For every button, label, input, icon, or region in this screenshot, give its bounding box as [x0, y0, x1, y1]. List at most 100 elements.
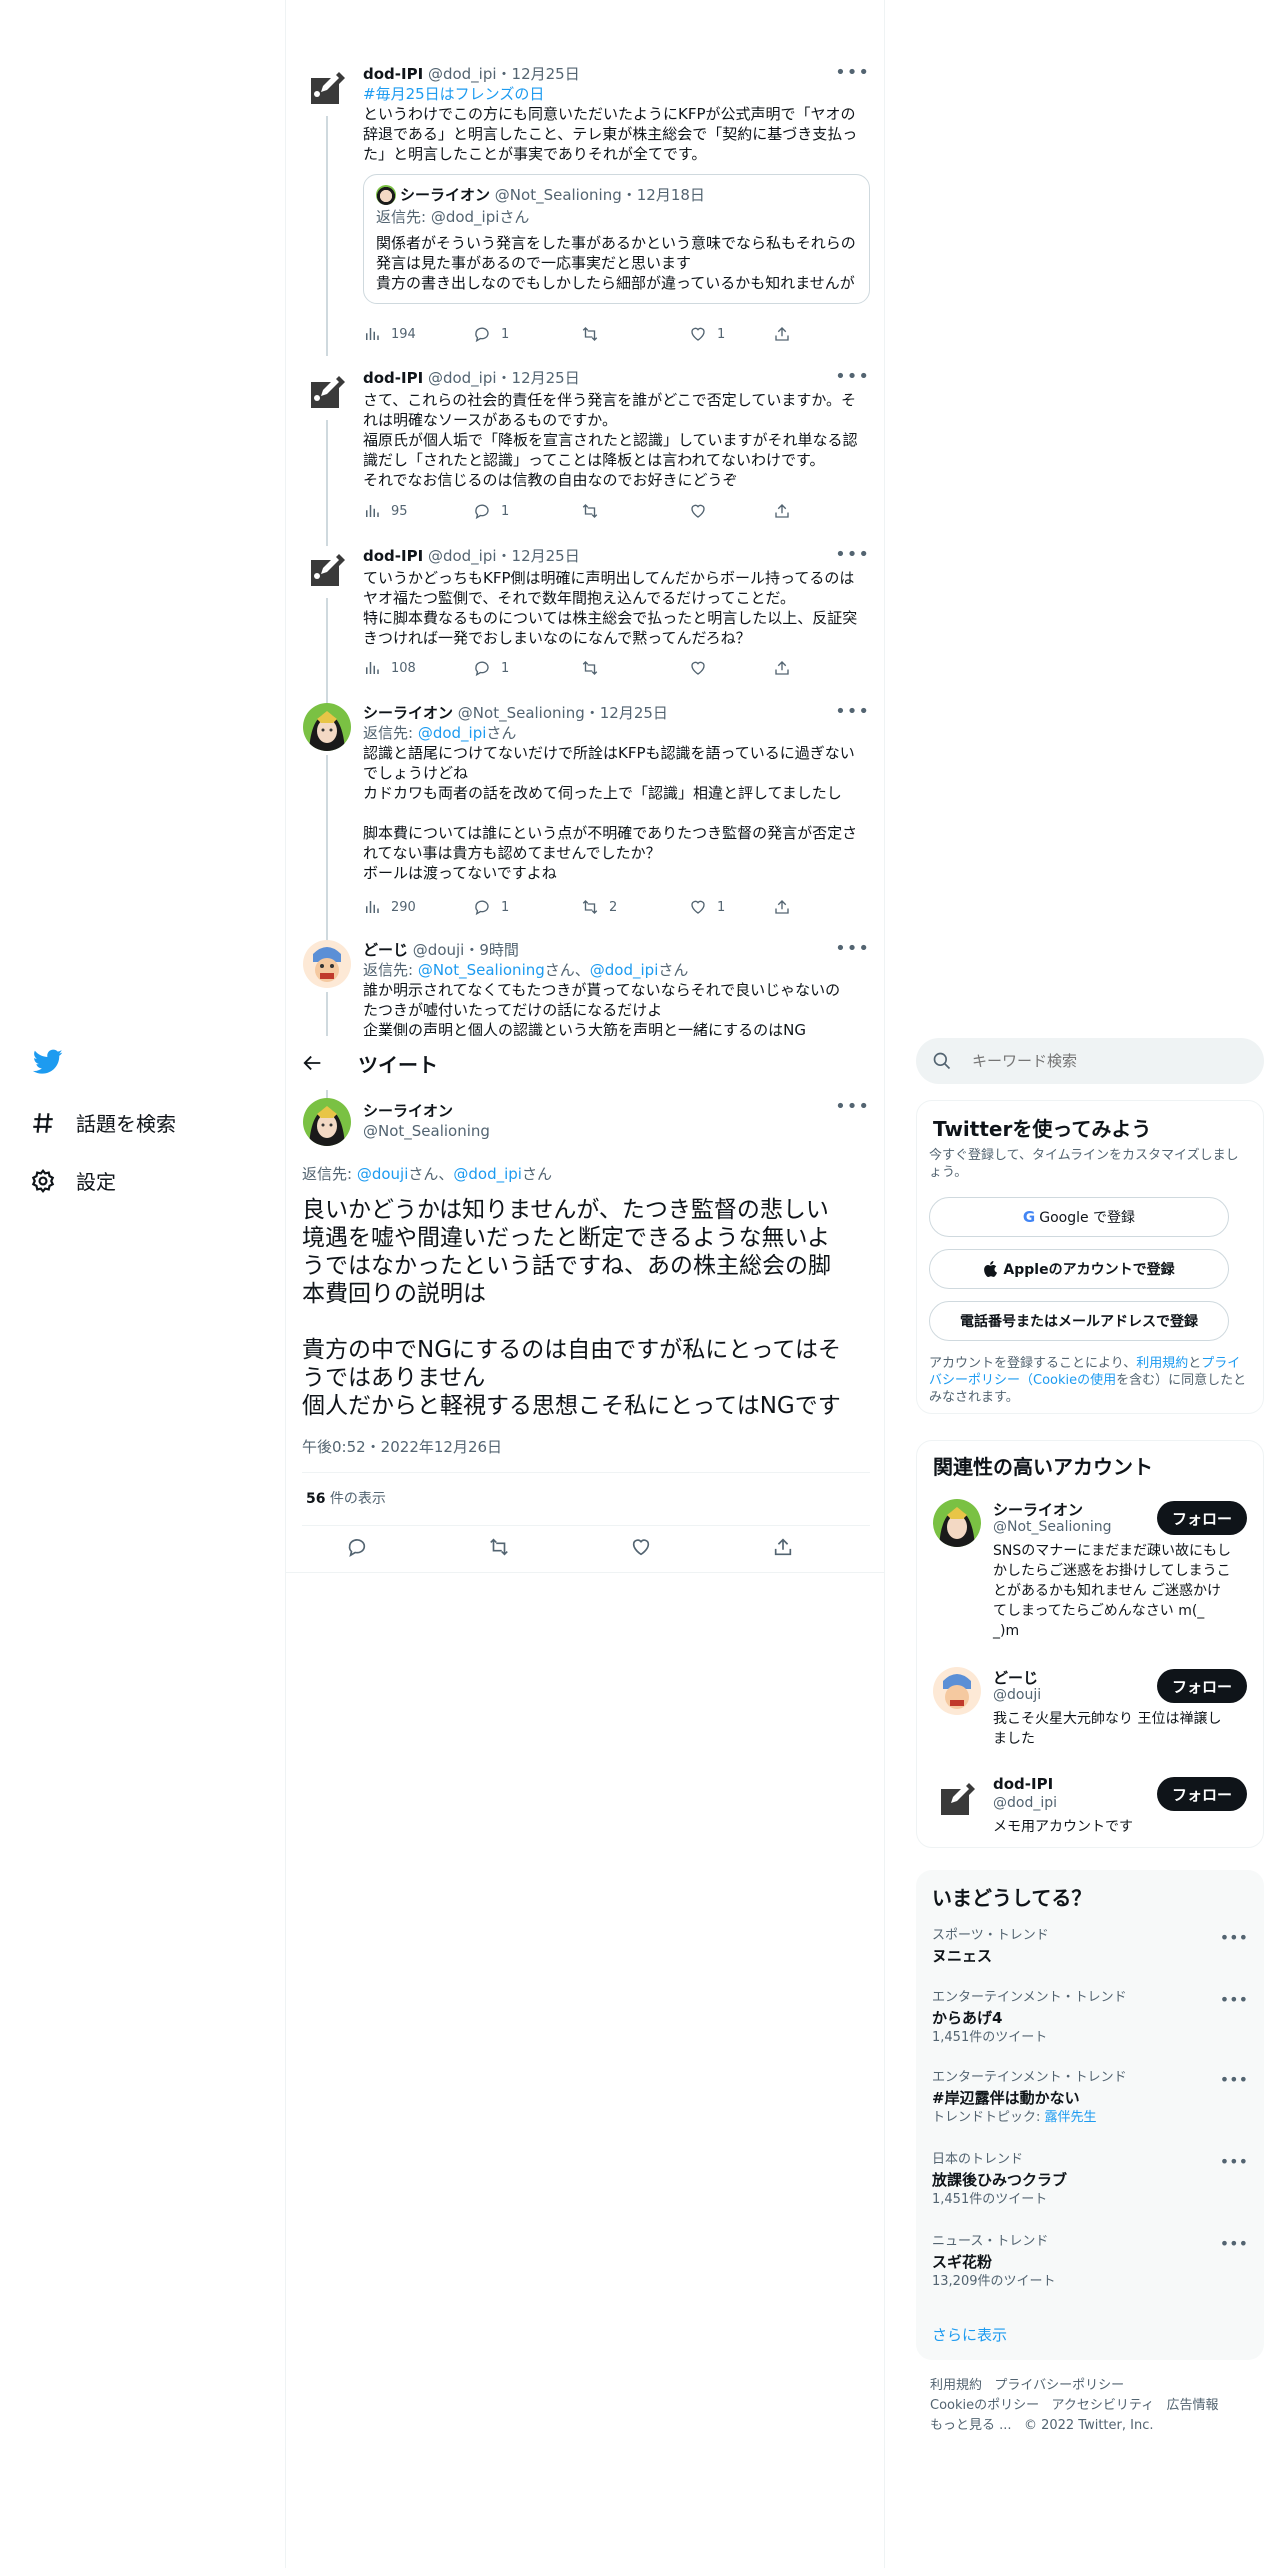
author-name[interactable]: dod-IPI — [363, 547, 423, 565]
author-name[interactable]: シーライオン — [363, 1101, 490, 1121]
reply-mention[interactable]: @Not_Sealioning — [418, 961, 545, 979]
like-button[interactable]: 1 — [689, 898, 725, 916]
tweet-date[interactable]: 9時間 — [479, 941, 519, 959]
tweet-date[interactable]: 12月25日 — [512, 369, 580, 387]
thread-tweet-1[interactable]: dod-IPI @dod_ipi・12月25日 #毎月25日はフレンズの日 とい… — [286, 64, 886, 356]
author-handle[interactable]: @dod_ipi — [428, 547, 497, 565]
tweet-date[interactable]: 12月25日 — [600, 704, 668, 722]
account-item[interactable]: シーライオン @Not_Sealioning フォロー SNSのマナーにまだまだ… — [917, 1499, 1263, 1639]
more-icon[interactable]: ••• — [835, 368, 870, 386]
retweet-button[interactable] — [581, 659, 609, 677]
trend-item[interactable]: スポーツ・トレンド ヌニェス ••• — [932, 1928, 1248, 1966]
reply-mention[interactable]: @douji — [357, 1165, 409, 1183]
like-button[interactable] — [689, 659, 717, 677]
tweet-timestamp[interactable]: 午後0:52・2022年12月26日 — [302, 1436, 502, 1457]
terms-link[interactable]: 利用規約 — [1136, 1356, 1188, 1371]
more-icon[interactable]: ••• — [835, 703, 870, 721]
share-button[interactable] — [773, 502, 801, 520]
more-icon[interactable]: ••• — [835, 1098, 870, 1116]
author-handle[interactable]: @dod_ipi — [428, 369, 497, 387]
like-button[interactable] — [689, 502, 717, 520]
reply-button[interactable]: 1 — [473, 325, 509, 343]
views-stat[interactable]: 290 — [363, 898, 416, 916]
avatar[interactable] — [303, 368, 351, 416]
follow-button[interactable]: フォロー — [1157, 1669, 1247, 1703]
retweet-button[interactable] — [581, 502, 609, 520]
apple-signup-button[interactable]: Appleのアカウントで登録 — [929, 1249, 1229, 1289]
trend-item[interactable]: エンターテインメント・トレンド #岸辺露伴は動かない トレンドトピック: 露伴先… — [932, 2070, 1248, 2126]
reply-mention-2[interactable]: @dod_ipi — [590, 961, 659, 979]
avatar[interactable] — [303, 1098, 351, 1146]
more-icon[interactable]: ••• — [835, 546, 870, 564]
more-icon[interactable]: ••• — [835, 940, 870, 958]
footer-link-cookie[interactable]: Cookieのポリシー — [930, 2398, 1039, 2413]
follow-button[interactable]: フォロー — [1157, 1501, 1247, 1535]
tweet-date[interactable]: 12月25日 — [512, 65, 580, 83]
author-name[interactable]: どーじ — [363, 941, 408, 959]
follow-button[interactable]: フォロー — [1157, 1777, 1247, 1811]
phone-signup-button[interactable]: 電話番号またはメールアドレスで登録 — [929, 1301, 1229, 1341]
trend-item[interactable]: エンターテインメント・トレンド からあげ4 1,451件のツイート ••• — [932, 1990, 1248, 2046]
trend-topic-link[interactable]: 露伴先生 — [1045, 2110, 1097, 2125]
more-icon[interactable]: ••• — [1220, 2234, 1248, 2253]
avatar[interactable] — [933, 1667, 981, 1715]
author-handle[interactable]: @dod_ipi — [428, 65, 497, 83]
avatar[interactable] — [933, 1499, 981, 1547]
avatar[interactable] — [303, 546, 351, 594]
author-name[interactable]: シーライオン — [363, 704, 453, 722]
views-stat[interactable]: 194 — [363, 325, 416, 343]
search-input[interactable] — [972, 1050, 1232, 1072]
retweet-button[interactable]: 2 — [581, 898, 617, 916]
avatar[interactable] — [303, 703, 351, 751]
views-stat[interactable]: 95 — [363, 502, 408, 520]
more-icon[interactable]: ••• — [835, 64, 870, 82]
reply-mention-2[interactable]: @dod_ipi — [453, 1165, 522, 1183]
avatar[interactable] — [303, 940, 351, 988]
footer-link-ads[interactable]: 広告情報 — [1167, 2398, 1219, 2413]
tweet-date[interactable]: 12月25日 — [512, 547, 580, 565]
twitter-logo-icon[interactable] — [33, 1049, 63, 1075]
reply-icon[interactable] — [346, 1536, 368, 1558]
trend-item[interactable]: 日本のトレンド 放課後ひみつクラブ 1,451件のツイート ••• — [932, 2152, 1248, 2208]
nav-settings[interactable]: 設定 — [30, 1166, 116, 1195]
more-icon[interactable]: ••• — [1220, 1990, 1248, 2009]
more-icon[interactable]: ••• — [1220, 2070, 1248, 2089]
footer-link-more[interactable]: もっと見る ... — [930, 2418, 1012, 2433]
trend-item[interactable]: ニュース・トレンド スギ花粉 13,209件のツイート ••• — [932, 2234, 1248, 2290]
google-signup-button[interactable]: G Google で登録 — [929, 1197, 1229, 1237]
author-name[interactable]: dod-IPI — [363, 65, 423, 83]
hashtag-link[interactable]: #毎月25日はフレンズの日 — [363, 84, 870, 104]
reply-mention[interactable]: @dod_ipi — [418, 724, 487, 742]
footer-link-privacy[interactable]: プライバシーポリシー — [994, 2378, 1124, 2393]
author-handle[interactable]: @Not_Sealioning — [458, 704, 585, 722]
reply-button[interactable]: 1 — [473, 502, 509, 520]
show-more-link[interactable]: さらに表示 — [932, 2324, 1007, 2345]
reply-button[interactable]: 1 — [473, 659, 509, 677]
share-icon[interactable] — [772, 1536, 794, 1558]
author-name[interactable]: dod-IPI — [363, 369, 423, 387]
thread-tweet-5[interactable]: どーじ @douji・9時間 返信先: @Not_Sealioningさん、@d… — [286, 940, 886, 1040]
share-button[interactable] — [773, 659, 801, 677]
heart-icon[interactable] — [630, 1536, 652, 1558]
share-button[interactable] — [773, 325, 801, 343]
views-stat[interactable]: 108 — [363, 659, 416, 677]
nav-explore[interactable]: 話題を検索 — [30, 1108, 176, 1137]
account-item[interactable]: dod-IPI @dod_ipi フォロー メモ用アカウントです — [917, 1775, 1263, 1845]
views-row[interactable]: 56 件の表示 — [306, 1488, 386, 1508]
quote-tweet[interactable]: シーライオン @Not_Sealioning ・ 12月18日 返信先: @dod_… — [363, 174, 870, 304]
back-arrow-icon[interactable] — [302, 1052, 324, 1074]
avatar[interactable] — [303, 64, 351, 112]
author-handle[interactable]: @Not_Sealioning — [363, 1121, 490, 1141]
thread-tweet-4[interactable]: シーライオン @Not_Sealioning・12月25日 返信先: @dod_… — [286, 703, 886, 945]
like-button[interactable]: 1 — [689, 325, 725, 343]
footer-link-accessibility[interactable]: アクセシビリティ — [1052, 2398, 1155, 2413]
footer-link-terms[interactable]: 利用規約 — [930, 2378, 982, 2393]
author-handle[interactable]: @douji — [413, 941, 465, 959]
retweet-icon[interactable] — [488, 1536, 510, 1558]
share-button[interactable] — [773, 898, 801, 916]
search-box[interactable] — [916, 1038, 1264, 1084]
account-item[interactable]: どーじ @douji フォロー 我こそ火星大元帥なり 王位は禅譲し ました — [917, 1667, 1263, 1757]
reply-button[interactable]: 1 — [473, 898, 509, 916]
retweet-button[interactable] — [581, 325, 609, 343]
avatar[interactable] — [933, 1775, 981, 1823]
